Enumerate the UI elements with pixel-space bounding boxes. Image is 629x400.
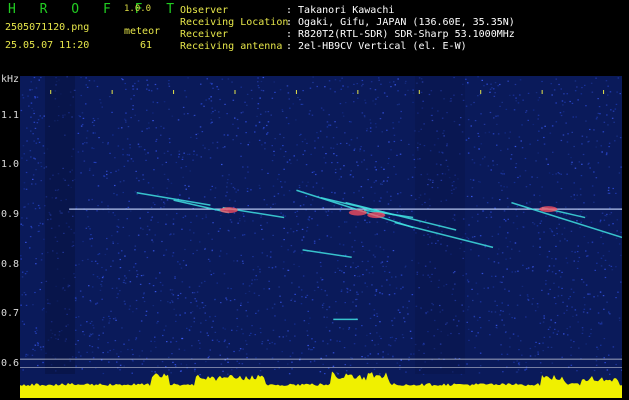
antenna-value: : 2el-HB9CV Vertical (el. E-W) <box>286 41 467 52</box>
app-logo: H R O F F T <box>8 2 183 17</box>
datetime-label: 25.05.07 11:20 <box>5 40 90 51</box>
antenna-label: Receiving antenna <box>180 41 283 52</box>
meteor-echo-hotspot <box>219 207 238 214</box>
filename-label: 2505071120.png <box>5 22 90 33</box>
spectrogram <box>20 76 622 398</box>
observer-label: Observer <box>180 5 229 16</box>
dark-band <box>45 76 75 374</box>
observer-value: : Takanori Kawachi <box>286 5 395 16</box>
y-tick-label: 0.8 <box>1 258 20 270</box>
spectrogram-background <box>20 76 622 398</box>
dark-band <box>415 76 465 374</box>
y-tick-label: 1.0 <box>1 159 20 171</box>
y-tick-label: 0.9 <box>1 209 20 221</box>
hroft-window: H R O F F T 1.0.0 2505071120.png 25.05.0… <box>0 0 629 400</box>
meteor-echo-hotspot <box>539 206 558 213</box>
event-count: 61 <box>140 40 153 51</box>
app-version: 1.0.0 <box>124 4 152 14</box>
meteor-echo-hotspot <box>367 212 386 219</box>
y-tick-label: 0.6 <box>1 358 20 370</box>
meteor-echo-hotspot <box>348 209 367 216</box>
location-value: : Ogaki, Gifu, JAPAN (136.60E, 35.35N) <box>286 17 515 28</box>
y-tick-label: 1.1 <box>1 109 20 121</box>
y-tick-label: 0.7 <box>1 308 20 320</box>
receiver-label: Receiver <box>180 29 229 40</box>
location-label: Receiving Location <box>180 17 289 28</box>
receiver-value: : R820T2(RTL-SDR) SDR-Sharp 53.1000MHz <box>286 29 515 40</box>
event-type-label: meteor <box>124 26 161 37</box>
y-axis-unit: kHz <box>1 74 20 85</box>
